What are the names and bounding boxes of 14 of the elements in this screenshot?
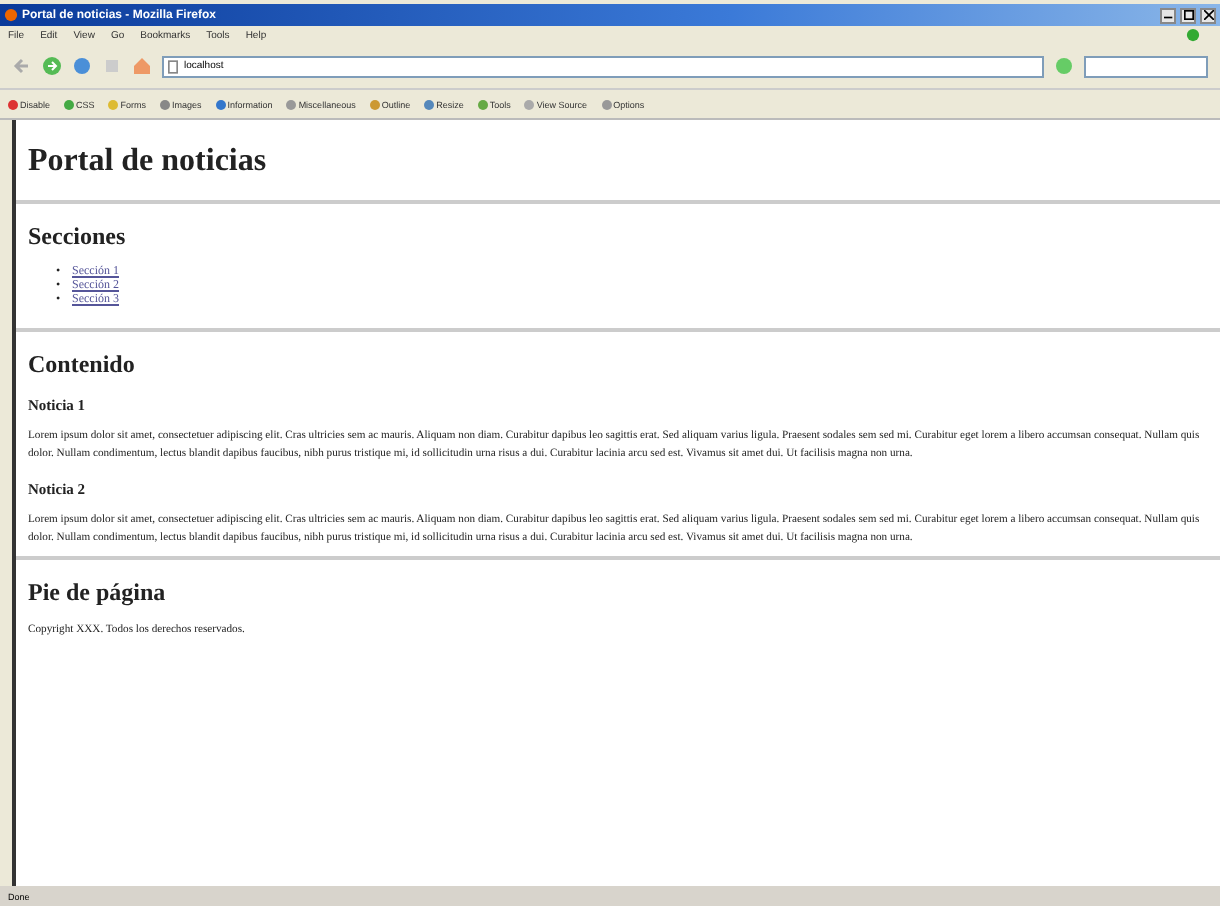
page-title: Portal de noticias [28, 144, 269, 180]
close-icon [1203, 10, 1213, 20]
maximize-button[interactable] [1180, 7, 1196, 23]
home-icon[interactable] [132, 56, 152, 76]
search-field[interactable] [1084, 55, 1208, 77]
section-heading: Pie de página [28, 578, 168, 608]
close-button[interactable] [1200, 7, 1216, 23]
forward-icon[interactable] [42, 56, 62, 76]
section-heading: Secciones [28, 222, 128, 252]
maximize-icon [1183, 10, 1193, 20]
minimize-button[interactable] [1160, 7, 1176, 23]
section-heading: Contenido [28, 350, 137, 380]
page-icon [168, 59, 178, 73]
back-icon[interactable] [12, 56, 32, 76]
